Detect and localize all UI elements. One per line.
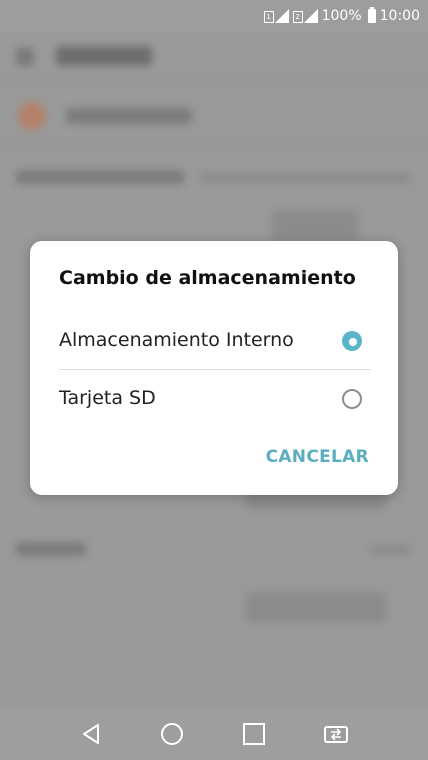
sim-1-signal-icon: 1 (263, 9, 289, 23)
status-bar: 1 2 100% 10:00 (0, 0, 428, 32)
background-divider (0, 144, 428, 145)
background-app-name-placeholder (66, 108, 192, 124)
option-divider (59, 369, 371, 370)
background-back-icon (16, 48, 34, 66)
radio-unselected-icon[interactable] (342, 389, 362, 409)
option-label: Almacenamiento Interno (59, 329, 294, 351)
radio-selected-icon[interactable] (342, 331, 362, 351)
background-app-icon (18, 102, 46, 130)
dual-window-icon[interactable] (323, 721, 349, 747)
storage-change-dialog: Cambio de almacenamiento Almacenamiento … (30, 241, 398, 495)
background-title-placeholder (56, 46, 152, 66)
recents-icon[interactable] (241, 721, 267, 747)
status-time: 10:00 (379, 8, 420, 24)
option-internal-storage[interactable]: Almacenamiento Interno (30, 313, 398, 371)
battery-icon (367, 7, 376, 23)
dialog-title: Cambio de almacenamiento (59, 267, 356, 289)
back-icon[interactable] (78, 721, 104, 747)
background-button (246, 592, 386, 622)
background-row-label (16, 170, 184, 184)
background-button (272, 210, 358, 240)
battery-percent: 100% (321, 8, 362, 24)
background-row-value (370, 544, 410, 556)
cancel-button[interactable]: CANCELAR (266, 447, 369, 467)
background-row-label (16, 542, 86, 556)
home-icon[interactable] (159, 721, 185, 747)
background-divider (0, 80, 428, 81)
navigation-bar (0, 708, 428, 760)
sim-2-signal-icon: 2 (292, 9, 318, 23)
option-label: Tarjeta SD (59, 387, 156, 409)
background-row-value (200, 172, 410, 184)
option-sd-card[interactable]: Tarjeta SD (30, 371, 398, 429)
